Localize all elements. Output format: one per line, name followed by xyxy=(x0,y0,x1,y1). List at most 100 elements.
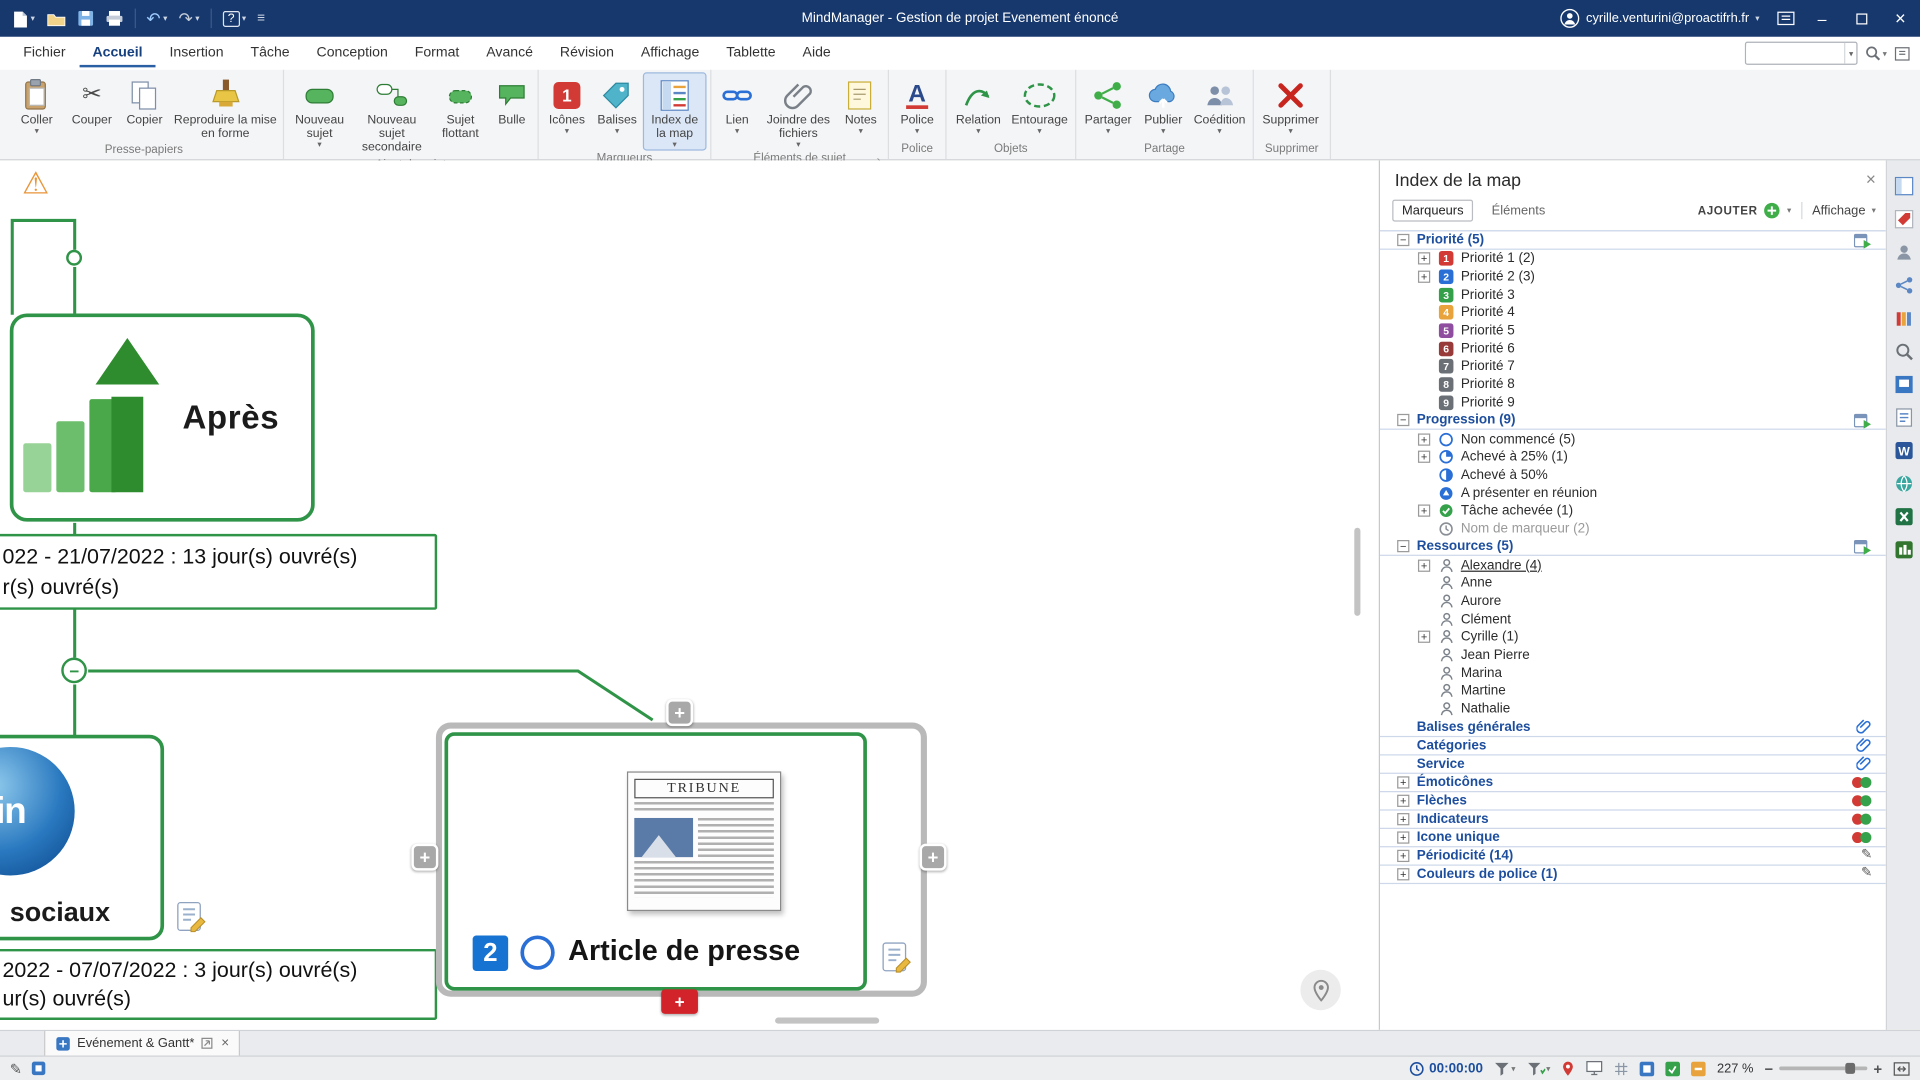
select-mode-icon[interactable] xyxy=(31,1060,47,1076)
tree-item-jean-pierre[interactable]: Jean Pierre xyxy=(1380,646,1886,664)
plus-expander-icon[interactable]: + xyxy=(1418,433,1430,445)
plus-expander-icon[interactable]: + xyxy=(1418,271,1430,283)
tree-item-priorite-4[interactable]: 4Priorité 4 xyxy=(1380,304,1886,322)
plus-expander-icon[interactable]: + xyxy=(1397,812,1409,824)
tree-section-icone-unique[interactable]: +Icone unique xyxy=(1380,828,1886,846)
redo-button[interactable]: ↷ ▾ xyxy=(174,4,205,33)
joindre-des-fichiers-button[interactable]: Joindre des fichiers▾ xyxy=(760,72,836,151)
panel-green-icon[interactable] xyxy=(1666,1061,1681,1076)
add-topic-above-button[interactable]: + xyxy=(666,699,693,726)
tab-marqueurs[interactable]: Marqueurs xyxy=(1392,200,1473,222)
maximize-button[interactable] xyxy=(1842,0,1881,37)
tab-avance[interactable]: Avancé xyxy=(473,39,547,67)
print-button[interactable] xyxy=(100,4,128,33)
plus-expander-icon[interactable]: + xyxy=(1418,559,1430,571)
tree-section-service[interactable]: Service xyxy=(1380,755,1886,773)
tree-item-priorite-8[interactable]: 8Priorité 8 xyxy=(1380,376,1886,394)
panel-orange-icon[interactable] xyxy=(1691,1061,1706,1076)
plus-expander-icon[interactable]: + xyxy=(1397,849,1409,861)
tree-item-cyrille-1[interactable]: +Cyrille (1) xyxy=(1380,628,1886,646)
tab-fichier[interactable]: Fichier xyxy=(10,39,79,67)
tree-section-indicateurs[interactable]: +Indicateurs xyxy=(1380,810,1886,828)
tree-item-martine[interactable]: Martine xyxy=(1380,682,1886,700)
vertical-scrollbar[interactable] xyxy=(1354,528,1360,616)
tags-panel-icon[interactable] xyxy=(1892,208,1914,230)
tree-section-couleurs-de-police-1[interactable]: +Couleurs de police (1)✎ xyxy=(1380,865,1886,883)
tree-item-non-commence-5[interactable]: +Non commencé (5) xyxy=(1380,430,1886,448)
add-topic-right-button[interactable]: + xyxy=(920,844,947,871)
plus-expander-icon[interactable]: + xyxy=(1418,631,1430,643)
notes-icon[interactable] xyxy=(174,900,208,934)
reproduire-la-mise-en-forme-button[interactable]: Reproduire la mise en forme xyxy=(171,72,279,142)
copier-button[interactable]: Copier xyxy=(119,72,170,142)
plus-expander-icon[interactable]: + xyxy=(1418,505,1430,517)
minus-expander-icon[interactable]: − xyxy=(1397,540,1409,552)
relation-button[interactable]: Relation▾ xyxy=(950,72,1006,141)
police-button[interactable]: APolice▾ xyxy=(893,72,942,141)
account-button[interactable]: cyrille.venturini@proactifrh.fr ▾ xyxy=(1551,9,1770,29)
pencil-icon[interactable]: ✎ xyxy=(1861,849,1886,862)
stamps-icon[interactable] xyxy=(1851,811,1885,826)
edit-mode-icon[interactable]: ✎ xyxy=(10,1060,22,1077)
tree-section-fleches[interactable]: +Flèches xyxy=(1380,792,1886,810)
tree-item-priorite-7[interactable]: 7Priorité 7 xyxy=(1380,358,1886,376)
calendar-icon[interactable] xyxy=(1854,539,1886,555)
tree-item-nathalie[interactable]: Nathalie xyxy=(1380,700,1886,718)
chevron-down-icon[interactable]: ▾ xyxy=(1787,206,1791,216)
library-panel-icon[interactable] xyxy=(1892,307,1914,329)
tab-tache[interactable]: Tâche xyxy=(237,39,303,67)
stamps-icon[interactable] xyxy=(1851,830,1885,845)
tree-section-progression-9[interactable]: −Progression (9) xyxy=(1380,412,1886,430)
tab-popout-icon[interactable] xyxy=(200,1037,212,1049)
tab-accueil[interactable]: Accueil xyxy=(79,39,156,67)
collapse-branch-button[interactable]: − xyxy=(61,658,87,684)
tree-item-acheve-a-50[interactable]: Achevé à 50% xyxy=(1380,466,1886,484)
stamps-icon[interactable] xyxy=(1851,793,1885,808)
tag-icon[interactable] xyxy=(1856,719,1885,735)
new-document-button[interactable]: ▾ xyxy=(7,4,39,33)
ribbon-display-options-button[interactable] xyxy=(1769,11,1802,26)
tab-tablette[interactable]: Tablette xyxy=(713,39,789,67)
tree-item-tache-achevee-1[interactable]: +Tâche achevée (1) xyxy=(1380,502,1886,520)
horizontal-scrollbar[interactable] xyxy=(775,1018,879,1024)
map-canvas[interactable]: ⚠ Après 022 - 21/07/2022 : 13 jour(s) ou… xyxy=(0,160,1380,1029)
close-button[interactable]: × xyxy=(1881,0,1920,37)
tree-item-priorite-2-3[interactable]: +2Priorité 2 (3) xyxy=(1380,268,1886,286)
notes-panel-icon[interactable] xyxy=(1892,407,1914,429)
tree-item-priorite-5[interactable]: 5Priorité 5 xyxy=(1380,322,1886,340)
priority-2-marker[interactable]: 2 xyxy=(473,936,509,972)
find-button[interactable]: ▾ xyxy=(1865,45,1886,61)
index-de-la-map-button[interactable]: Index de la map▾ xyxy=(643,72,707,151)
places-panel-icon[interactable] xyxy=(1892,473,1914,495)
tab-format[interactable]: Format xyxy=(401,39,473,67)
pencil-icon[interactable]: ✎ xyxy=(1861,867,1886,880)
stamps-icon[interactable] xyxy=(1851,774,1885,789)
ribbon-search[interactable]: ▾ xyxy=(1745,42,1858,65)
open-button[interactable] xyxy=(41,4,70,33)
coedition-button[interactable]: Coédition▾ xyxy=(1190,72,1249,141)
view-options-button[interactable]: Affichage xyxy=(1812,203,1865,218)
zoom-slider[interactable] xyxy=(1779,1067,1867,1071)
tree-section-ressources-5[interactable]: −Ressources (5) xyxy=(1380,538,1886,556)
tree-item-acheve-a-25-1[interactable]: +Achevé à 25% (1) xyxy=(1380,448,1886,466)
notes-icon[interactable] xyxy=(879,940,913,974)
advanced-filter-icon[interactable]: ▾ xyxy=(1527,1061,1551,1076)
share-panel-icon[interactable] xyxy=(1892,274,1914,296)
close-panel-button[interactable]: × xyxy=(1866,170,1876,187)
minimize-button[interactable]: – xyxy=(1802,0,1841,37)
search-panel-icon[interactable] xyxy=(1892,340,1914,362)
tree-item-aurore[interactable]: Aurore xyxy=(1380,592,1886,610)
bulle-button[interactable]: Bulle xyxy=(490,72,534,156)
tag-icon[interactable] xyxy=(1856,737,1885,753)
tree-item-marina[interactable]: Marina xyxy=(1380,664,1886,682)
tree-section-priorite-5[interactable]: −Priorité (5) xyxy=(1380,231,1886,249)
add-subtopic-button[interactable]: + xyxy=(661,989,698,1013)
tag-icon[interactable] xyxy=(1856,756,1885,772)
locate-map-button[interactable] xyxy=(1300,970,1340,1010)
minus-expander-icon[interactable]: − xyxy=(1397,414,1409,426)
publier-button[interactable]: Publier▾ xyxy=(1138,72,1189,141)
filter-icon[interactable]: ▾ xyxy=(1494,1061,1515,1076)
coller-button[interactable]: Coller▾ xyxy=(9,72,65,142)
tree-item-priorite-6[interactable]: 6Priorité 6 xyxy=(1380,340,1886,358)
plus-expander-icon[interactable]: + xyxy=(1397,868,1409,880)
